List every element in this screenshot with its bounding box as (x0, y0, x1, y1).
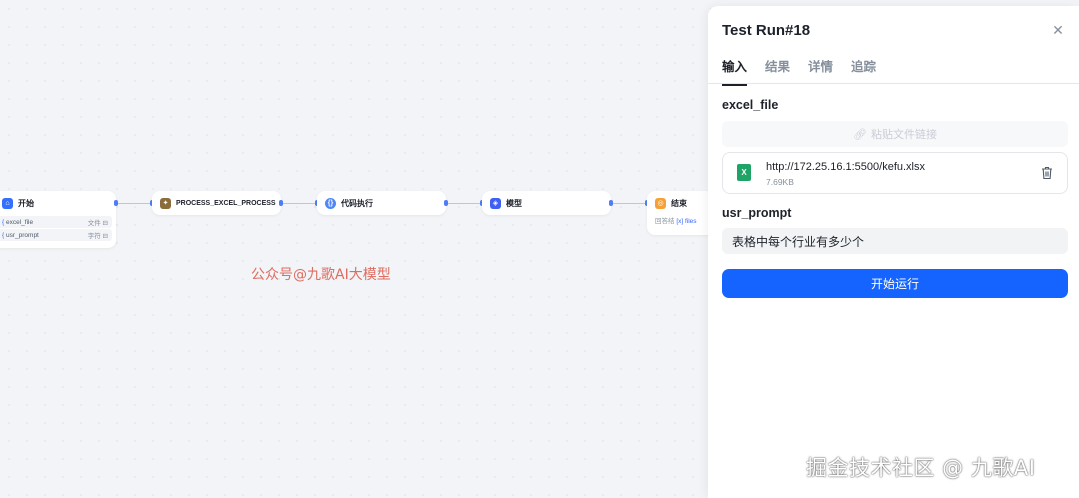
port-model-out[interactable] (609, 200, 613, 206)
trash-icon[interactable] (1041, 166, 1053, 180)
test-run-panel: Test Run#18 ✕ 输入 结果 详情 追踪 excel_file 🔗︎ … (708, 6, 1079, 498)
node-end-title: 结束 (671, 198, 687, 208)
tab-input[interactable]: 输入 (722, 56, 748, 86)
node-process-excel[interactable]: ✦ PROCESS_EXCEL_PROCESS (152, 191, 281, 215)
watermark-corner: 掘金技术社区 @ 九歌AI (806, 456, 1036, 480)
node-process-title: PROCESS_EXCEL_PROCESS (176, 199, 276, 207)
edge-code-model (446, 203, 482, 204)
node-start[interactable]: ⌂ 开始 { excel_file 文件 ⊟ { usr_prompt 字符 ⊟ (0, 191, 116, 248)
node-end[interactable]: ◎ 结束 回答结 [x] files (647, 191, 717, 235)
home-icon: ⌂ (2, 197, 13, 209)
file-size: 7.69KB (766, 177, 794, 187)
node-code-title: 代码执行 (341, 198, 373, 208)
port-process-out[interactable] (279, 200, 283, 206)
model-icon: ◈ (490, 197, 501, 209)
node-model-title: 模型 (506, 198, 522, 208)
run-button[interactable]: 开始运行 (722, 269, 1068, 298)
node-code[interactable]: {} 代码执行 (317, 191, 446, 215)
code-icon: {} (325, 197, 336, 209)
usr-prompt-input[interactable]: 表格中每个行业有多少个 (722, 228, 1068, 254)
paste-link-placeholder: 粘贴文件链接 (870, 129, 937, 141)
usr-prompt-label: usr_prompt (722, 206, 792, 220)
edge-start-process (116, 203, 152, 204)
edge-process-code (281, 203, 317, 204)
file-url: http://172.25.16.1:5500/kefu.xlsx (766, 161, 926, 173)
edge-model-end (611, 203, 649, 204)
node-end-output: 回答结 [x] files (655, 218, 697, 225)
variable-row: { excel_file 文件 ⊟ (0, 216, 112, 228)
tab-details[interactable]: 详情 (808, 56, 833, 86)
tab-result[interactable]: 结果 (765, 56, 790, 86)
excel-icon: X (737, 164, 751, 181)
tab-trace[interactable]: 追踪 (851, 56, 876, 86)
variable-row: { usr_prompt 字符 ⊟ (0, 229, 112, 241)
paste-link-input[interactable]: 🔗︎ 粘贴文件链接 (722, 121, 1068, 147)
link-icon: 🔗︎ (853, 128, 867, 141)
panel-tabs: 输入 结果 详情 追踪 (722, 56, 876, 86)
port-start-out[interactable] (114, 200, 118, 206)
node-model[interactable]: ◈ 模型 (482, 191, 611, 215)
node-start-title: 开始 (18, 198, 34, 208)
plugin-icon: ✦ (160, 197, 171, 209)
end-icon: ◎ (655, 197, 666, 209)
uploaded-file-card: X http://172.25.16.1:5500/kefu.xlsx 7.69… (722, 152, 1068, 194)
watermark-center: 公众号@九歌AI大模型 (251, 267, 391, 283)
close-icon[interactable]: ✕ (1051, 23, 1065, 37)
panel-title: Test Run#18 (722, 22, 811, 39)
tab-divider (708, 83, 1079, 84)
port-code-out[interactable] (444, 200, 448, 206)
excel-file-label: excel_file (722, 98, 779, 112)
